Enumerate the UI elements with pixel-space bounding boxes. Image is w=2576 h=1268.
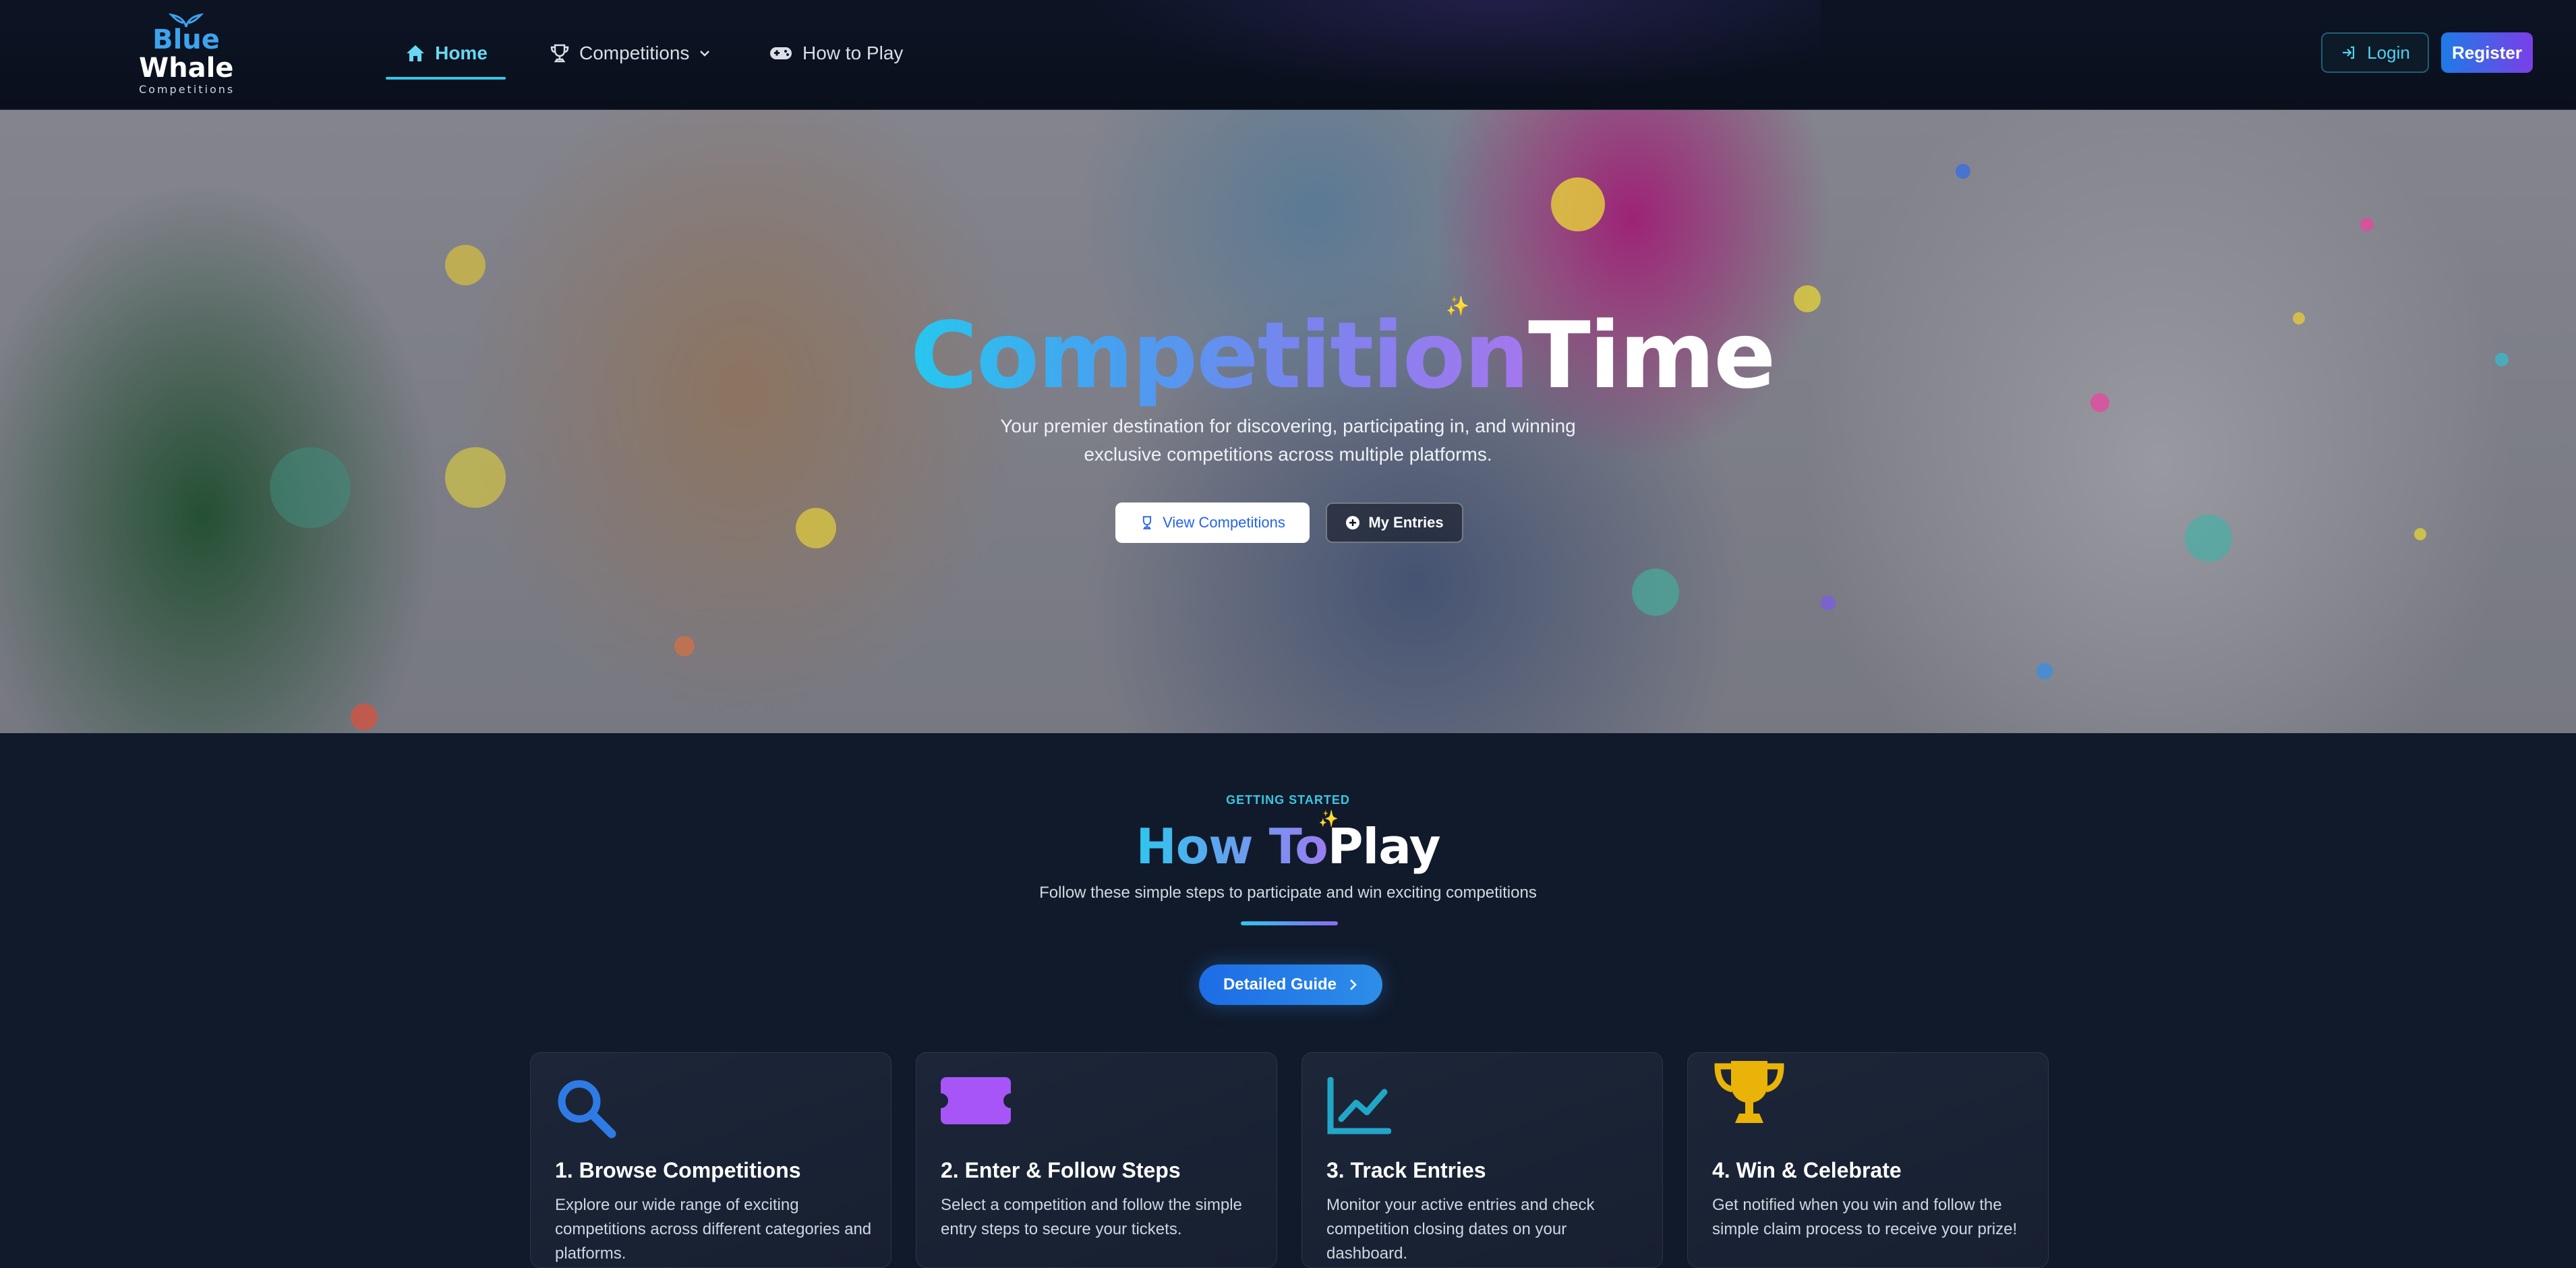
step-description: Select a competition and follow the simp… [941, 1196, 1242, 1238]
confetti [2360, 218, 2374, 231]
confetti [2185, 515, 2232, 562]
how-to-play-subtitle: Follow these simple steps to participate… [1039, 884, 1537, 902]
brand-logo[interactable]: Blue Whale Competitions [139, 11, 233, 98]
logo-text-competitions: Competitions [139, 83, 235, 96]
trophy-icon [1142, 516, 1152, 529]
step-title: 1. Browse Competitions [555, 1158, 801, 1182]
step-title: 2. Enter & Follow Steps [941, 1158, 1181, 1182]
step-card-enter: 2. Enter & Follow Steps Select a competi… [916, 1052, 1277, 1268]
section-eyebrow: GETTING STARTED [1226, 793, 1350, 807]
trophy-icon [1714, 1061, 1784, 1123]
confetti [796, 508, 836, 548]
step-description: Get notified when you win and follow the… [1712, 1196, 2018, 1238]
detailed-guide-button[interactable]: Detailed Guide [1199, 964, 1382, 1005]
home-icon [407, 45, 425, 61]
hero-banner: ✨ CompetitionTime Your premier destinati… [0, 110, 2576, 733]
register-button[interactable]: Register [2441, 32, 2533, 73]
nav-how-to-play[interactable]: How to Play [769, 30, 903, 77]
step-title: 3. Track Entries [1326, 1158, 1486, 1182]
trophy-icon [550, 44, 569, 63]
confetti [1821, 596, 1836, 610]
step-card-browse: 1. Browse Competitions Explore our wide … [530, 1052, 891, 1268]
confetti [2414, 528, 2426, 540]
how-to-play-heading: How ToPlay [1079, 813, 1497, 880]
confetti [1632, 569, 1679, 616]
logo-text-blue: Blue [152, 24, 220, 55]
nav-competitions-label: Competitions [579, 42, 690, 63]
confetti [270, 447, 351, 528]
register-label: Register [2451, 42, 2523, 63]
top-navbar: Blue Whale Competitions Home Competition… [0, 0, 2576, 110]
nav-how-to-play-label: How to Play [802, 42, 904, 63]
view-competitions-label: View Competitions [1163, 514, 1285, 531]
step-description: Monitor your active entries and check co… [1326, 1196, 1595, 1263]
login-label: Login [2367, 42, 2410, 63]
plus-circle-icon [1346, 516, 1360, 529]
step-card-win: 4. Win & Celebrate Get notified when you… [1687, 1052, 2049, 1268]
step-title: 4. Win & Celebrate [1712, 1158, 1902, 1182]
confetti [2090, 393, 2109, 412]
step-description: Explore our wide range of exciting compe… [555, 1196, 872, 1263]
nav-competitions-dropdown[interactable]: Competitions [550, 30, 711, 77]
how-to-play-heading-highlight: How To [1136, 818, 1328, 875]
confetti [1794, 285, 1821, 312]
my-entries-button[interactable]: My Entries [1326, 502, 1463, 543]
confetti [351, 703, 378, 730]
confetti [1551, 177, 1605, 231]
ticket-icon [941, 1077, 1011, 1124]
hero-subtitle: Your premier destination for discovering… [1000, 415, 1576, 465]
nav-active-indicator [386, 77, 506, 80]
gamepad-icon [770, 47, 792, 59]
confetti [445, 245, 486, 285]
view-competitions-button[interactable]: View Competitions [1115, 502, 1310, 543]
confetti [445, 447, 506, 508]
step-card-track: 3. Track Entries Monitor your active ent… [1301, 1052, 1663, 1268]
confetti [1956, 164, 1970, 179]
nav-home[interactable]: Home [386, 30, 507, 77]
confetti [2037, 663, 2053, 679]
hero-title-highlight: Competition [910, 303, 1529, 409]
chevron-down-icon [700, 51, 710, 57]
hero-title-white: Time [1528, 303, 1776, 409]
my-entries-label: My Entries [1368, 514, 1444, 531]
magnifier-icon [558, 1080, 616, 1139]
heading-divider [1241, 921, 1338, 925]
chevron-right-icon [1350, 979, 1357, 990]
confetti [2495, 353, 2509, 366]
login-arrow-icon [2343, 46, 2355, 59]
logo-text-whale: Whale [139, 53, 234, 84]
how-to-play-heading-white: Play [1327, 818, 1441, 875]
chart-line-icon [1327, 1077, 1391, 1134]
detailed-guide-label: Detailed Guide [1223, 975, 1337, 993]
confetti [2293, 312, 2305, 324]
hero-title: CompetitionTime [910, 303, 1776, 409]
confetti [674, 636, 695, 656]
login-button[interactable]: Login [2321, 32, 2429, 73]
nav-home-label: Home [435, 42, 488, 63]
